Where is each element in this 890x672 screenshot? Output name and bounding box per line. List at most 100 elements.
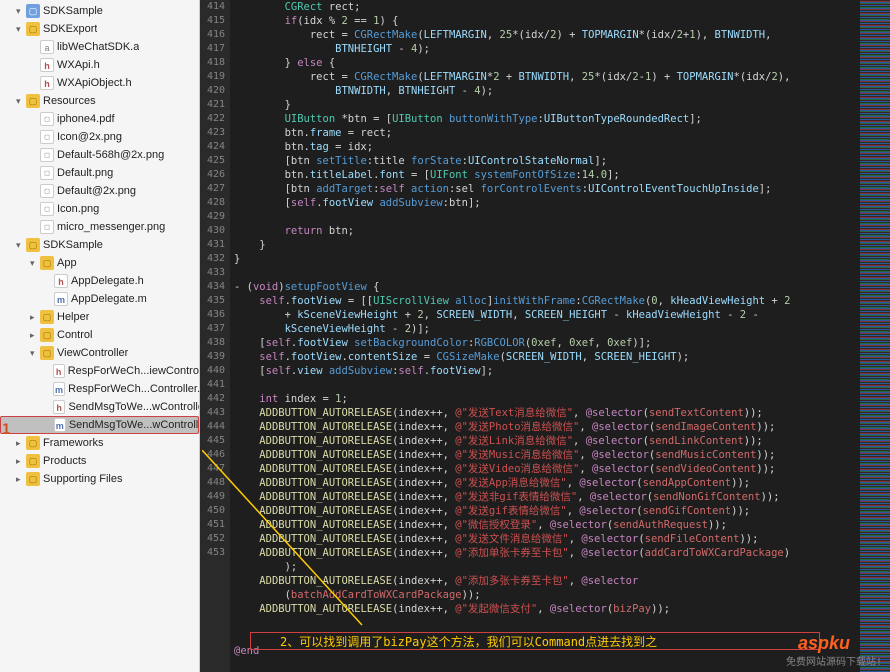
file-icon: ▢ xyxy=(40,310,54,324)
code-area[interactable]: CGRect rect; if(idx % 2 == 1) { rect = C… xyxy=(230,0,860,672)
tree-item[interactable]: ▾▢SDKSample xyxy=(0,2,199,20)
disclosure-icon: ▸ xyxy=(16,438,26,449)
file-label: Default.png xyxy=(57,167,113,179)
tree-item[interactable]: ▾▢SDKSample xyxy=(0,236,199,254)
file-label: AppDelegate.h xyxy=(71,275,144,287)
tree-item[interactable]: ▸▢Frameworks xyxy=(0,434,199,452)
file-icon: ◻ xyxy=(40,148,54,162)
file-icon: ▢ xyxy=(26,238,40,252)
file-label: WXApiObject.h xyxy=(57,77,132,89)
disclosure-icon: ▸ xyxy=(30,330,40,341)
file-icon: ▢ xyxy=(26,22,40,36)
tree-item[interactable]: mSendMsgToWe...wController.m xyxy=(0,416,199,434)
tree-item[interactable]: ▸▢Products xyxy=(0,452,199,470)
tree-item[interactable]: ◻Default-568h@2x.png xyxy=(0,146,199,164)
disclosure-icon: ▾ xyxy=(16,240,26,251)
file-icon: m xyxy=(54,292,68,306)
file-icon: ▢ xyxy=(26,472,40,486)
disclosure-icon: ▾ xyxy=(30,348,40,359)
file-icon: h xyxy=(53,364,65,378)
tree-item[interactable]: ▾▢ViewController xyxy=(0,344,199,362)
tree-item[interactable]: ▸▢Helper xyxy=(0,308,199,326)
file-label: Resources xyxy=(43,95,96,107)
file-icon: h xyxy=(40,76,54,90)
file-label: RespForWeCh...Controller.mm xyxy=(68,383,199,395)
file-icon: ◻ xyxy=(40,220,54,234)
tree-item[interactable]: alibWeChatSDK.a xyxy=(0,38,199,56)
file-icon: ▢ xyxy=(26,4,40,18)
file-icon: m xyxy=(53,382,65,396)
file-icon: ▢ xyxy=(26,436,40,450)
file-icon: ◻ xyxy=(40,112,54,126)
project-navigator[interactable]: ▾▢SDKSample▾▢SDKExportalibWeChatSDK.ahWX… xyxy=(0,0,200,672)
file-label: App xyxy=(57,257,77,269)
line-gutter: 414 415 416 417 418 419 420 421 422 423 … xyxy=(200,0,230,672)
file-icon: ◻ xyxy=(40,202,54,216)
file-icon: ▢ xyxy=(26,94,40,108)
file-label: Products xyxy=(43,455,86,467)
tree-item[interactable]: ◻micro_messenger.png xyxy=(0,218,199,236)
tree-item[interactable]: ▸▢Supporting Files xyxy=(0,470,199,488)
file-icon: ▢ xyxy=(40,346,54,360)
file-icon: h xyxy=(54,274,68,288)
disclosure-icon: ▾ xyxy=(16,96,26,107)
file-icon: ◻ xyxy=(40,130,54,144)
file-label: Frameworks xyxy=(43,437,104,449)
file-label: SendMsgToWe...wController.h xyxy=(68,401,199,413)
tree-item[interactable]: ◻Icon.png xyxy=(0,200,199,218)
file-label: Helper xyxy=(57,311,89,323)
tree-item[interactable]: mRespForWeCh...Controller.mm xyxy=(0,380,199,398)
watermark-logo: aspku xyxy=(798,633,850,654)
tree-item[interactable]: ◻Default.png xyxy=(0,164,199,182)
minimap[interactable] xyxy=(860,0,890,672)
file-icon: ▢ xyxy=(26,454,40,468)
file-icon: ▢ xyxy=(40,256,54,270)
file-label: SDKSample xyxy=(43,239,103,251)
disclosure-icon: ▸ xyxy=(16,474,26,485)
file-label: WXApi.h xyxy=(57,59,100,71)
file-label: iphone4.pdf xyxy=(57,113,115,125)
tree-item[interactable]: hRespForWeCh...iewController.h xyxy=(0,362,199,380)
file-label: ViewController xyxy=(57,347,128,359)
tree-item[interactable]: hWXApiObject.h xyxy=(0,74,199,92)
code-editor[interactable]: 414 415 416 417 418 419 420 421 422 423 … xyxy=(200,0,890,672)
tree-item[interactable]: hWXApi.h xyxy=(0,56,199,74)
file-label: Control xyxy=(57,329,92,341)
tree-item[interactable]: ▸▢Control xyxy=(0,326,199,344)
file-label: micro_messenger.png xyxy=(57,221,165,233)
tree-item[interactable]: ▾▢SDKExport xyxy=(0,20,199,38)
annotation-1: 1 xyxy=(2,422,10,438)
tree-item[interactable]: hSendMsgToWe...wController.h xyxy=(0,398,199,416)
disclosure-icon: ▸ xyxy=(16,456,26,467)
file-icon: m xyxy=(54,418,66,432)
file-icon: ◻ xyxy=(40,184,54,198)
file-icon: h xyxy=(40,58,54,72)
disclosure-icon: ▸ xyxy=(30,312,40,323)
file-label: Icon.png xyxy=(57,203,99,215)
file-label: SDKExport xyxy=(43,23,97,35)
file-label: libWeChatSDK.a xyxy=(57,41,139,53)
tree-item[interactable]: ▾▢App xyxy=(0,254,199,272)
tree-item[interactable]: ◻Icon@2x.png xyxy=(0,128,199,146)
disclosure-icon: ▾ xyxy=(30,258,40,269)
file-label: AppDelegate.m xyxy=(71,293,147,305)
annotation-text-2: 2、可以找到调用了bizPay这个方法，我们可以Command点进去找到之 xyxy=(280,633,657,650)
tree-item[interactable]: mAppDelegate.m xyxy=(0,290,199,308)
disclosure-icon: ▾ xyxy=(16,24,26,35)
file-icon: h xyxy=(53,400,66,414)
tree-item[interactable]: hAppDelegate.h xyxy=(0,272,199,290)
tree-item[interactable]: ▾▢Resources xyxy=(0,92,199,110)
tree-item[interactable]: ◻Default@2x.png xyxy=(0,182,199,200)
file-label: Supporting Files xyxy=(43,473,123,485)
file-label: SDKSample xyxy=(43,5,103,17)
file-label: Default-568h@2x.png xyxy=(57,149,164,161)
file-icon: ▢ xyxy=(40,328,54,342)
file-label: RespForWeCh...iewController.h xyxy=(68,365,199,377)
watermark-text: 免费网站源码下载站! xyxy=(786,653,882,668)
file-label: SendMsgToWe...wController.m xyxy=(69,419,198,431)
file-label: Icon@2x.png xyxy=(57,131,122,143)
tree-item[interactable]: ◻iphone4.pdf xyxy=(0,110,199,128)
file-icon: ◻ xyxy=(40,166,54,180)
disclosure-icon: ▾ xyxy=(16,6,26,17)
file-label: Default@2x.png xyxy=(57,185,136,197)
